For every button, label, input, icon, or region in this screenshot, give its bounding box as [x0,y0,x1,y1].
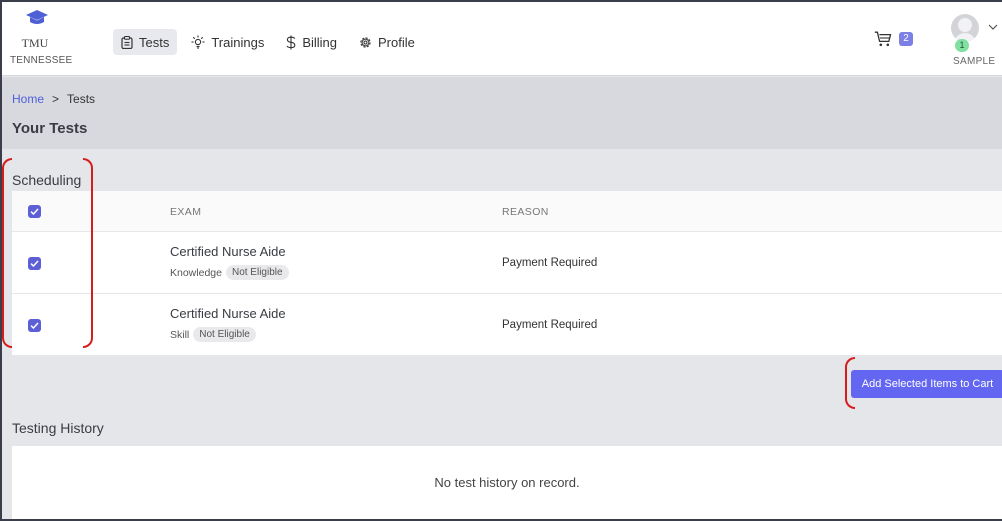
clipboard-icon [121,35,133,49]
table-row: Certified Nurse Aide Skill Not Eligible … [12,294,1002,356]
testing-history-label: Testing History [12,420,104,436]
cart-count-badge: 2 [899,32,913,46]
gear-icon [360,36,371,48]
checkmark-icon [30,322,39,329]
exam-name: Certified Nurse Aide [170,244,286,259]
annotation-bracket-right [83,158,93,348]
logo[interactable]: TMU TENNESSEE [10,10,80,70]
exam-type: Knowledge [170,266,222,279]
nav-tests-label: Tests [139,34,170,50]
logo-abbreviation: TMU [21,36,49,50]
top-navbar: TMU TENNESSEE Tests Trainings Billing Pr… [2,2,1002,76]
main-nav: Tests Trainings Billing Profile [113,29,423,55]
status-badge: Not Eligible [193,327,256,342]
avatar [951,14,979,42]
breadcrumb: Home > Tests [12,92,95,106]
lightbulb-icon [191,35,205,49]
exam-details: Knowledge Not Eligible [170,265,289,280]
exam-type: Skill [170,328,190,341]
row-checkbox[interactable] [28,257,41,270]
checkmark-icon [30,208,39,215]
breadcrumb-separator: > [52,92,60,106]
column-header-exam: EXAM [170,206,202,218]
add-selected-to-cart-button[interactable]: Add Selected Items to Cart [851,370,1002,398]
table-header-row: EXAM REASON [12,191,1002,232]
graduation-cap-icon [26,10,48,24]
shopping-cart-icon [874,31,892,47]
annotation-bracket-button [845,357,855,409]
reason-text: Payment Required [502,319,598,331]
dollar-icon [286,35,296,49]
chevron-down-icon [988,24,998,30]
table-row: Certified Nurse Aide Knowledge Not Eligi… [12,232,1002,294]
annotation-bracket-left [2,158,12,348]
exam-details: Skill Not Eligible [170,327,256,342]
nav-trainings[interactable]: Trainings [183,29,272,55]
checkmark-icon [30,260,39,267]
page-header: Home > Tests Your Tests [2,77,1002,149]
logo-state: TENNESSEE [10,55,73,66]
nav-trainings-label: Trainings [211,34,265,50]
cart-button[interactable]: 2 [874,31,913,47]
app-frame: TMU TENNESSEE Tests Trainings Billing Pr… [0,0,1002,521]
select-all-checkbox[interactable] [28,205,41,218]
page-title: Your Tests [12,120,88,137]
status-badge: Not Eligible [225,265,289,280]
nav-billing-label: Billing [302,34,338,50]
nav-profile[interactable]: Profile [351,29,423,55]
reason-text: Payment Required [502,257,598,269]
exam-name: Certified Nurse Aide [170,306,286,321]
nav-tests[interactable]: Tests [113,29,178,55]
testing-history-panel: No test history on record. [12,446,1002,519]
empty-history-message: No test history on record. [434,475,580,490]
column-header-reason: REASON [502,206,549,218]
scheduling-section-label: Scheduling [12,172,82,188]
breadcrumb-current: Tests [67,92,96,106]
row-checkbox[interactable] [28,319,41,332]
notification-badge: 1 [955,39,969,52]
user-name: SAMPLE [953,56,996,67]
nav-profile-label: Profile [378,34,415,50]
nav-billing[interactable]: Billing [278,29,345,55]
breadcrumb-home-link[interactable]: Home [12,92,44,106]
scheduling-table: EXAM REASON Certified Nurse Aide Knowled… [12,191,1002,356]
user-menu[interactable]: 1 SAMPLE [948,10,1002,70]
